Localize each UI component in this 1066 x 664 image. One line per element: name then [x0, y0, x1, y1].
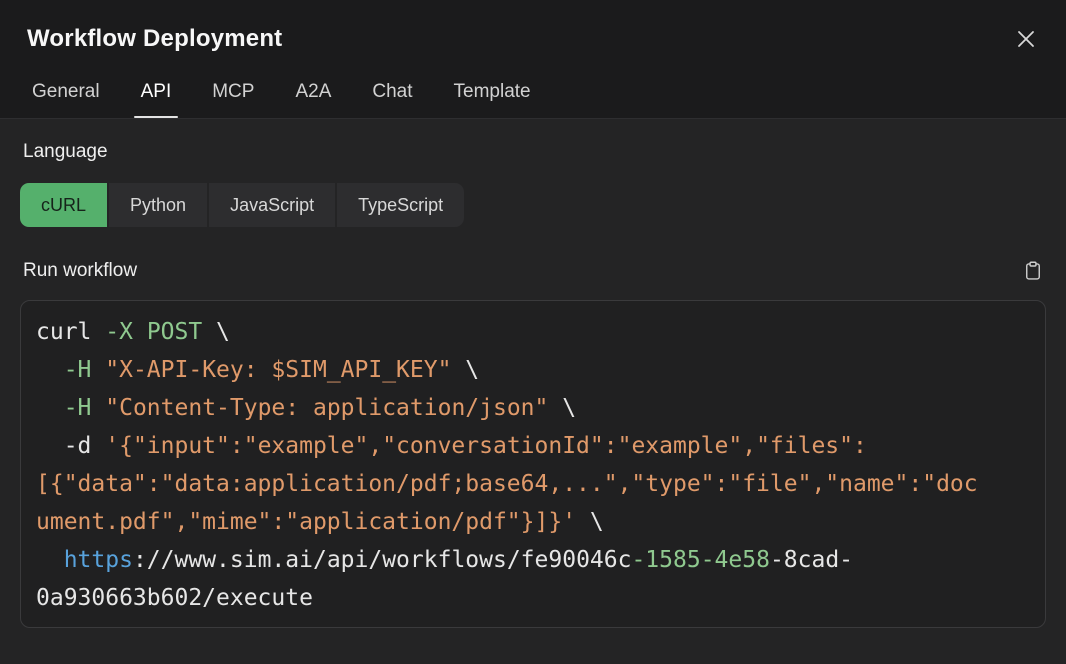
tab-template[interactable]: Template [452, 81, 533, 118]
code-line: 0a930663b602/execute [36, 579, 1030, 617]
language-option-typescript[interactable]: TypeScript [337, 183, 464, 227]
tab-mcp[interactable]: MCP [210, 81, 256, 118]
close-icon [1015, 28, 1037, 50]
language-selector: cURLPythonJavaScriptTypeScript [20, 183, 464, 227]
workflow-deployment-modal: Workflow Deployment General API MCP A2A Chat… [0, 0, 1066, 664]
tab-a2a[interactable]: A2A [293, 81, 333, 118]
language-label: Language [20, 141, 1046, 163]
copy-button[interactable] [1023, 260, 1043, 282]
run-workflow-label: Run workflow [23, 260, 137, 282]
tab-general[interactable]: General [30, 81, 102, 118]
run-workflow-row: Run workflow [20, 260, 1046, 282]
code-line: -H "X-API-Key: $SIM_API_KEY" \ [36, 351, 1030, 389]
code-line: https://www.sim.ai/api/workflows/fe90046… [36, 541, 1030, 579]
code-line: curl -X POST \ [36, 313, 1030, 351]
modal-title: Workflow Deployment [27, 24, 282, 54]
tab-chat[interactable]: Chat [370, 81, 414, 118]
code-line: ument.pdf","mime":"application/pdf"}]}' … [36, 503, 1030, 541]
tab-api[interactable]: API [139, 81, 174, 118]
close-button[interactable] [1013, 26, 1039, 52]
language-option-javascript[interactable]: JavaScript [209, 183, 335, 227]
code-block: curl -X POST \ -H "X-API-Key: $SIM_API_K… [20, 300, 1046, 628]
language-option-python[interactable]: Python [109, 183, 207, 227]
tab-bar: General API MCP A2A Chat Template [27, 81, 1039, 118]
clipboard-icon [1023, 260, 1043, 282]
code-line: -d '{"input":"example","conversationId":… [36, 427, 1030, 465]
modal-header: Workflow Deployment General API MCP A2A Chat… [0, 0, 1066, 119]
language-option-curl[interactable]: cURL [20, 183, 107, 227]
code-line: -H "Content-Type: application/json" \ [36, 389, 1030, 427]
code-line: [{"data":"data:application/pdf;base64,..… [36, 465, 1030, 503]
modal-content: Language cURLPythonJavaScriptTypeScript … [0, 119, 1066, 664]
